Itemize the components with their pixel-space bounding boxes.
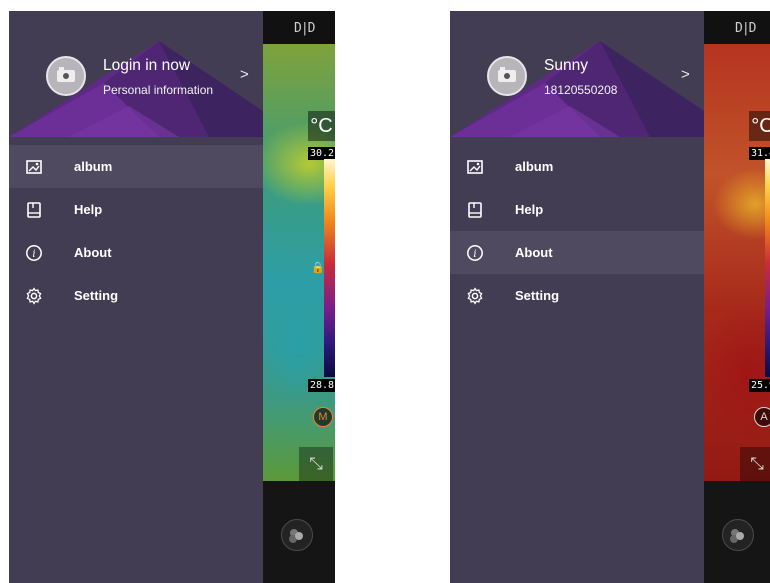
menu-label-album: album — [74, 159, 113, 174]
menu-label-help: Help — [515, 202, 544, 217]
drawer-menu: album Help i About Setting — [450, 145, 704, 317]
menu-item-about[interactable]: i About — [450, 231, 704, 274]
palette-button[interactable] — [722, 519, 754, 551]
avatar[interactable] — [487, 56, 527, 96]
chevron-right-icon[interactable]: > — [681, 66, 690, 83]
drawer-menu: album Help i About Setting — [9, 145, 263, 317]
album-icon — [26, 160, 42, 174]
camera-icon — [57, 67, 75, 82]
expand-icon[interactable]: ⤡ — [740, 447, 770, 481]
menu-item-album[interactable]: album — [450, 145, 704, 188]
menu-label-help: Help — [74, 202, 103, 217]
menu-item-help[interactable]: Help — [450, 188, 704, 231]
camera-icon — [498, 67, 516, 82]
menu-item-help[interactable]: Help — [9, 188, 263, 231]
menu-label-album: album — [515, 159, 554, 174]
user-subtitle: Personal information — [103, 83, 214, 97]
user-name[interactable]: Login in now — [103, 57, 190, 75]
user-name[interactable]: Sunny — [544, 57, 588, 75]
chevron-right-icon[interactable]: > — [240, 66, 249, 83]
info-icon: i — [467, 245, 483, 261]
drawer-header[interactable]: Sunny 18120550208 > — [450, 11, 704, 137]
mode-button[interactable]: M — [313, 407, 333, 427]
svg-text:i: i — [473, 249, 476, 260]
navigation-drawer: Login in now Personal information > albu… — [9, 11, 263, 583]
min-temp-label: 25.9 — [749, 379, 770, 392]
drawer-header[interactable]: Login in now Personal information > — [9, 11, 263, 137]
gear-icon — [26, 287, 42, 305]
color-scale-bar — [765, 159, 770, 377]
menu-item-setting[interactable]: Setting — [450, 274, 704, 317]
phone-screen-left: D|D °C 30.2 🔒 28.8 M ⤡ Login in now Pers… — [9, 11, 335, 583]
avatar[interactable] — [46, 56, 86, 96]
expand-icon[interactable]: ⤡ — [299, 447, 333, 481]
phone-screen-right: D|D °C 31.4 25.9 A ⤡ Sunny 18120550208 >… — [450, 11, 770, 583]
unit-label[interactable]: °C — [308, 111, 335, 141]
compare-toggle-icon[interactable]: D|D — [294, 21, 316, 36]
navigation-drawer: Sunny 18120550208 > album Help i About S… — [450, 11, 704, 583]
color-scale-bar — [324, 159, 335, 377]
menu-label-setting: Setting — [74, 288, 119, 303]
menu-label-about: About — [515, 245, 553, 260]
menu-item-album[interactable]: album — [9, 145, 263, 188]
album-icon — [467, 160, 483, 174]
menu-label-setting: Setting — [515, 288, 560, 303]
min-temp-label: 28.8 — [308, 379, 335, 392]
info-icon: i — [26, 245, 42, 261]
menu-item-about[interactable]: i About — [9, 231, 263, 274]
book-icon — [468, 202, 482, 218]
menu-item-setting[interactable]: Setting — [9, 274, 263, 317]
svg-text:i: i — [32, 249, 35, 260]
book-icon — [27, 202, 41, 218]
palette-button[interactable] — [281, 519, 313, 551]
unit-label[interactable]: °C — [749, 111, 770, 141]
gear-icon — [467, 287, 483, 305]
lock-icon[interactable]: 🔒 — [311, 261, 325, 274]
compare-toggle-icon[interactable]: D|D — [735, 21, 757, 36]
user-phone: 18120550208 — [544, 83, 618, 97]
menu-label-about: About — [74, 245, 112, 260]
mode-button[interactable]: A — [754, 407, 770, 427]
